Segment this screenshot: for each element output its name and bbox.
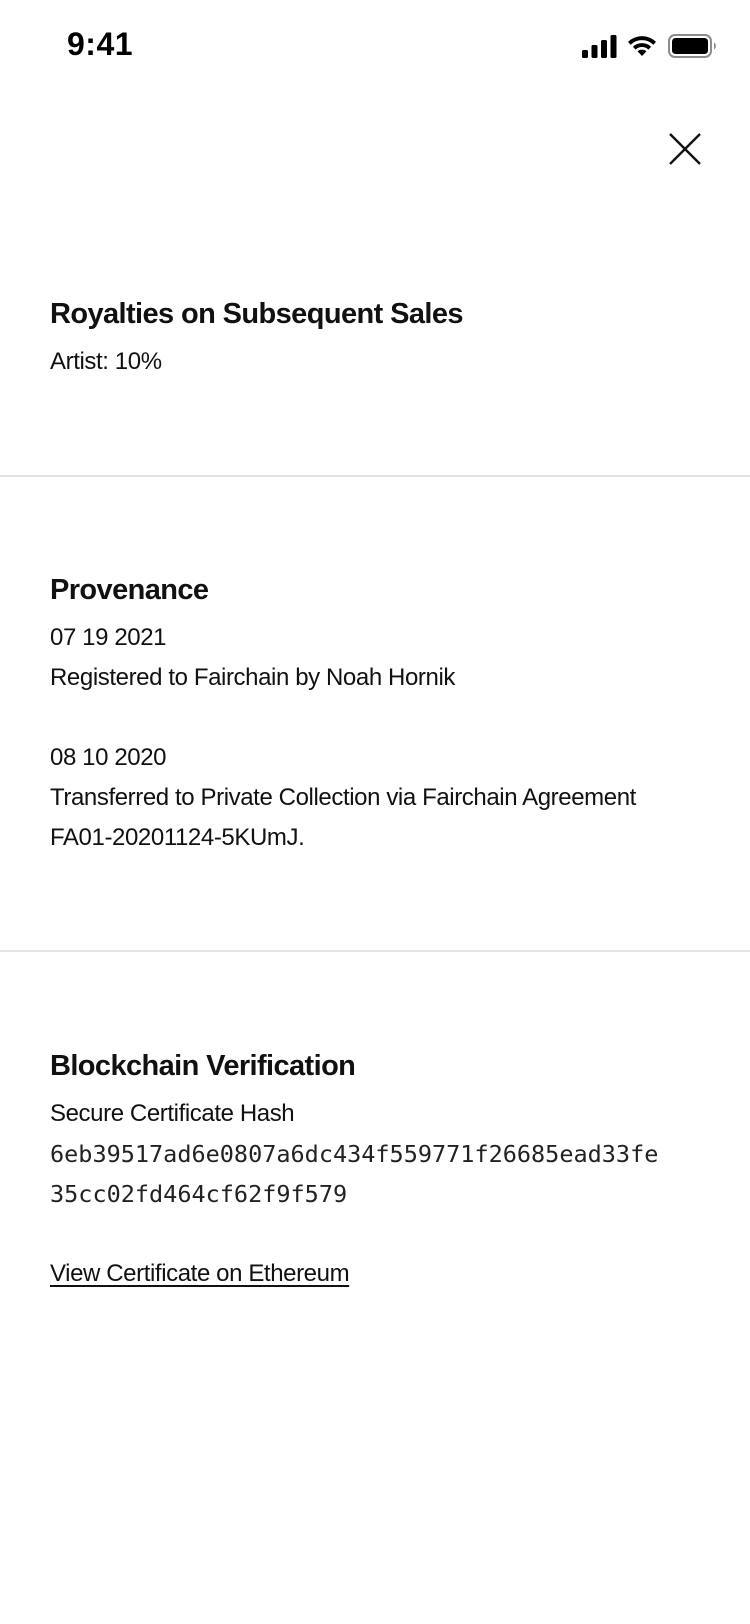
battery-icon (668, 34, 716, 58)
hash-label: Secure Certificate Hash (50, 1100, 295, 1127)
status-bar: 9:41 (0, 0, 750, 94)
status-icons (582, 34, 722, 60)
certificate-hash-line-2: 35cc02fd464cf62f9f579 (50, 1180, 348, 1208)
blockchain-section: Blockchain Verification Secure Certifica… (50, 1046, 710, 1294)
royalties-section: Royalties on Subsequent Sales Artist: 10… (50, 294, 710, 382)
wifi-icon (628, 36, 656, 56)
provenance-date: 07 19 2021 (50, 624, 167, 651)
provenance-description: Transferred to Private Collection via Fa… (50, 784, 636, 811)
cellular-signal-icon (582, 35, 617, 58)
provenance-title: Provenance (50, 574, 209, 606)
provenance-entry: 07 19 2021 Registered to Fairchain by No… (50, 618, 710, 698)
blockchain-title: Blockchain Verification (50, 1050, 356, 1082)
close-button[interactable] (660, 128, 712, 180)
provenance-date: 08 10 2020 (50, 744, 167, 771)
view-certificate-link[interactable]: View Certificate on Ethereum (50, 1260, 350, 1287)
provenance-agreement-id: FA01-20201124-5KUmJ. (50, 824, 305, 851)
provenance-description: Registered to Fairchain by Noah Hornik (50, 664, 455, 691)
divider (0, 950, 750, 952)
royalties-title: Royalties on Subsequent Sales (50, 298, 463, 330)
provenance-section: Provenance 07 19 2021 Registered to Fair… (50, 570, 710, 858)
status-time: 9:41 (67, 26, 134, 62)
divider (0, 475, 750, 477)
certificate-hash-line-1: 6eb39517ad6e0807a6dc434f559771f26685ead3… (50, 1140, 659, 1168)
close-icon (669, 133, 701, 165)
provenance-entry: 08 10 2020 Transferred to Private Collec… (50, 738, 710, 858)
royalties-artist-line: Artist: 10% (50, 348, 162, 375)
